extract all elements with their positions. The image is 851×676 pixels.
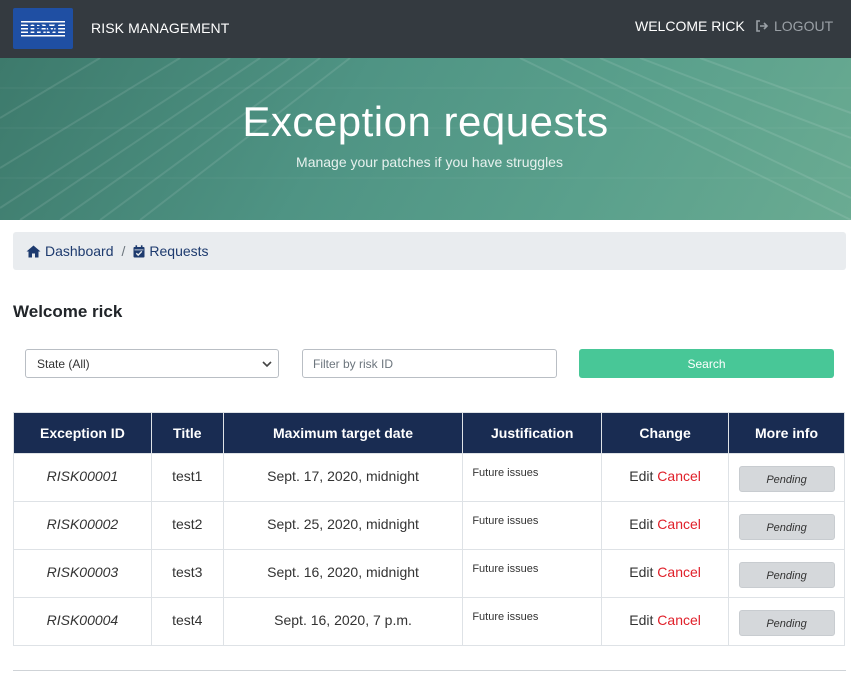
exception-requests-table: Exception ID Title Maximum target date J… <box>13 412 845 646</box>
edit-link[interactable]: Edit <box>629 612 653 628</box>
table-row: RISK00003 test3 Sept. 16, 2020, midnight… <box>13 549 845 598</box>
breadcrumb-separator: / <box>121 243 126 259</box>
more-info-cell: Pending <box>728 597 845 646</box>
cancel-link[interactable]: Cancel <box>657 516 701 532</box>
target-date-cell: Sept. 17, 2020, midnight <box>222 453 464 502</box>
pending-status-button[interactable]: Pending <box>738 466 835 492</box>
exception-id-cell: RISK00002 <box>13 501 152 550</box>
breadcrumb-dashboard[interactable]: Dashboard <box>26 243 114 259</box>
header-more-info: More info <box>728 412 845 454</box>
justification-cell: Future issues <box>462 453 603 502</box>
change-cell: Edit Cancel <box>601 501 729 550</box>
table-header-row: Exception ID Title Maximum target date J… <box>13 412 845 454</box>
justification-cell: Future issues <box>462 549 603 598</box>
state-filter-value: State (All) <box>37 356 90 371</box>
footer-divider <box>13 670 846 671</box>
breadcrumb: Dashboard / Requests <box>13 232 846 270</box>
breadcrumb-requests[interactable]: Requests <box>133 243 209 259</box>
cancel-link[interactable]: Cancel <box>657 468 701 484</box>
table-row: RISK00004 test4 Sept. 16, 2020, 7 p.m. F… <box>13 597 845 646</box>
edit-link[interactable]: Edit <box>629 468 653 484</box>
state-filter-select[interactable]: State (All) <box>25 349 279 378</box>
ibm-logo[interactable]: IBM <box>13 8 73 49</box>
header-max-target-date: Maximum target date <box>222 412 464 454</box>
welcome-heading: Welcome rick <box>13 302 123 321</box>
exception-id-cell: RISK00001 <box>13 453 152 502</box>
edit-link[interactable]: Edit <box>629 564 653 580</box>
more-info-cell: Pending <box>728 453 845 502</box>
change-cell: Edit Cancel <box>601 549 729 598</box>
change-cell: Edit Cancel <box>601 597 729 646</box>
logo-lettering: IBM <box>26 20 60 39</box>
target-date-cell: Sept. 25, 2020, midnight <box>222 501 464 550</box>
title-cell: test1 <box>150 453 224 502</box>
home-icon <box>26 245 41 257</box>
header-change: Change <box>601 412 729 454</box>
pending-status-button[interactable]: Pending <box>738 514 835 540</box>
search-button[interactable]: Search <box>579 349 834 378</box>
title-cell: test2 <box>150 501 224 550</box>
calendar-check-icon <box>133 244 145 257</box>
exception-id-cell: RISK00003 <box>13 549 152 598</box>
title-cell: test3 <box>150 549 224 598</box>
top-navbar: IBM RISK MANAGEMENT WELCOME RICK LOGOUT <box>0 0 851 58</box>
target-date-cell: Sept. 16, 2020, 7 p.m. <box>222 597 464 646</box>
sign-out-icon <box>756 20 769 32</box>
breadcrumb-dashboard-label: Dashboard <box>45 243 114 259</box>
edit-link[interactable]: Edit <box>629 516 653 532</box>
exception-id-cell: RISK00004 <box>13 597 152 646</box>
header-exception-id: Exception ID <box>13 412 152 454</box>
header-title: Title <box>150 412 224 454</box>
welcome-user-link[interactable]: WELCOME RICK <box>635 18 745 34</box>
title-cell: test4 <box>150 597 224 646</box>
ibm-logo-icon: IBM <box>21 20 65 39</box>
logout-link[interactable]: LOGOUT <box>755 18 833 34</box>
pending-status-button[interactable]: Pending <box>738 610 835 636</box>
chevron-down-icon <box>262 361 272 368</box>
logout-label: LOGOUT <box>774 18 834 34</box>
hero-banner: Exception requests Manage your patches i… <box>0 58 851 220</box>
cancel-link[interactable]: Cancel <box>657 564 701 580</box>
page-subtitle: Manage your patches if you have struggle… <box>296 154 563 170</box>
more-info-cell: Pending <box>728 549 845 598</box>
brand-title[interactable]: RISK MANAGEMENT <box>91 20 229 36</box>
breadcrumb-requests-label: Requests <box>149 243 209 259</box>
change-cell: Edit Cancel <box>601 453 729 502</box>
table-row: RISK00002 test2 Sept. 25, 2020, midnight… <box>13 501 845 550</box>
target-date-cell: Sept. 16, 2020, midnight <box>222 549 464 598</box>
page-title: Exception requests <box>242 98 609 145</box>
table-row: RISK00001 test1 Sept. 17, 2020, midnight… <box>13 453 845 502</box>
risk-id-filter-input[interactable] <box>302 349 557 378</box>
justification-cell: Future issues <box>462 501 603 550</box>
cancel-link[interactable]: Cancel <box>657 612 701 628</box>
more-info-cell: Pending <box>728 501 845 550</box>
header-justification: Justification <box>462 412 603 454</box>
pending-status-button[interactable]: Pending <box>738 562 835 588</box>
justification-cell: Future issues <box>462 597 603 646</box>
